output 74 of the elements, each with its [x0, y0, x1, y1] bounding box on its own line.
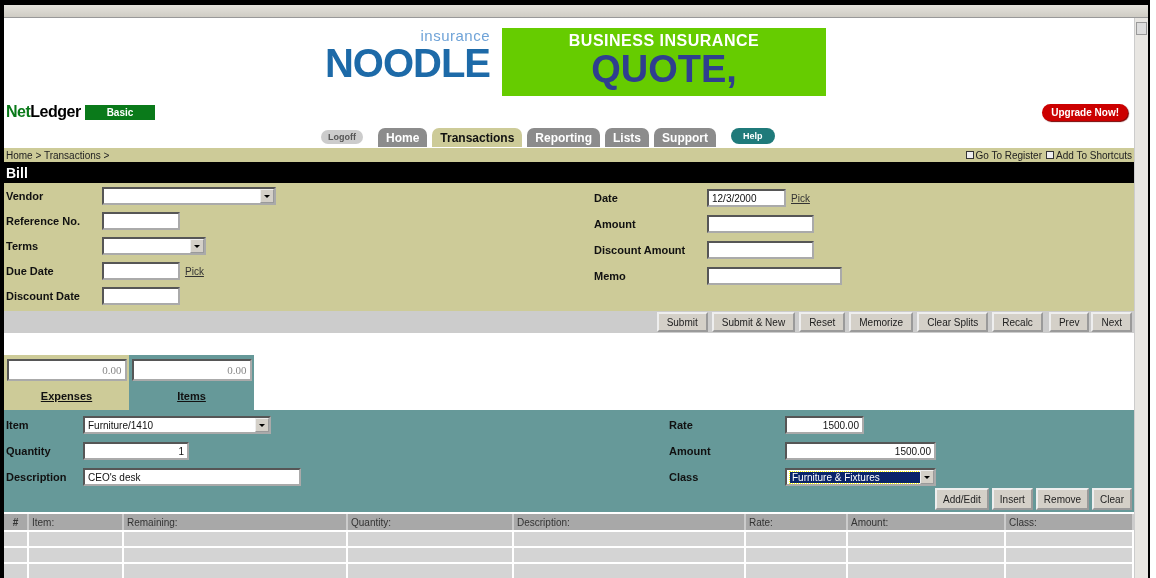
action-button[interactable]: Clear Splits — [917, 312, 989, 332]
action-button[interactable]: Submit — [656, 312, 708, 332]
total-field: 0.00 — [131, 359, 252, 381]
text-field[interactable] — [707, 215, 814, 233]
number-field[interactable]: 1500.00 — [785, 416, 864, 434]
column-header: Remaining: — [124, 514, 348, 530]
shortcut-link[interactable]: Add To Shortcuts — [1046, 149, 1132, 161]
dropdown-field[interactable] — [102, 237, 206, 255]
action-button[interactable]: Reset — [799, 312, 846, 332]
ad-logo: NOODLE — [324, 43, 490, 83]
logoff-button[interactable]: Logoff — [321, 130, 363, 144]
field-label: Amount — [669, 445, 712, 457]
dropdown-field[interactable]: Furniture/1410 — [83, 416, 271, 434]
text-field[interactable]: CEO's desk — [83, 468, 301, 486]
table-cell — [4, 546, 29, 562]
field-label: Vendor — [6, 190, 45, 202]
field-label: Quantity — [6, 445, 52, 457]
field-label: Date — [594, 192, 619, 204]
column-header: # — [4, 514, 29, 530]
paging-button[interactable]: Next — [1091, 312, 1132, 332]
field-label: Discount Date — [6, 290, 81, 302]
checkbox-icon — [1046, 151, 1054, 159]
logo-tagline: insurance — [420, 28, 490, 43]
text-field[interactable] — [102, 262, 180, 280]
help-button[interactable]: Help — [731, 128, 775, 144]
dropdown-field[interactable] — [102, 187, 276, 205]
text-field[interactable]: 12/3/2000 — [707, 189, 786, 207]
field-label: Terms — [6, 240, 40, 252]
total-field: 0.00 — [6, 359, 127, 381]
action-button[interactable]: Submit & New — [711, 312, 796, 332]
column-header: Amount: — [848, 514, 1006, 530]
form-title: Bill — [4, 162, 1134, 183]
field-label: Rate — [669, 419, 694, 431]
text-field[interactable] — [102, 212, 180, 230]
shortcut-link[interactable]: Go To Register — [965, 149, 1042, 161]
line-button[interactable]: Add/Edit — [935, 488, 989, 510]
pick-link[interactable]: Pick — [185, 265, 204, 277]
number-field[interactable]: 1 — [83, 442, 189, 460]
line-button[interactable]: Remove — [1035, 488, 1090, 510]
text-field[interactable] — [707, 267, 842, 285]
action-button[interactable]: Memorize — [849, 312, 914, 332]
edition-badge: Basic — [84, 104, 156, 120]
subtab[interactable]: 0.00 Expenses — [4, 355, 129, 410]
field-label: Description — [6, 471, 68, 483]
column-header: Description: — [514, 514, 746, 530]
field-label: Amount — [594, 218, 637, 230]
checkbox-icon — [965, 151, 974, 159]
paging-button[interactable]: Prev — [1048, 312, 1090, 332]
action-button[interactable]: Recalc — [992, 312, 1043, 332]
brand-logo: NetLedger — [6, 103, 81, 121]
number-field[interactable]: 1500.00 — [785, 442, 936, 460]
dropdown-field[interactable]: Furniture & Fixtures — [785, 468, 936, 486]
table-cell — [4, 562, 29, 578]
field-label: Memo — [594, 270, 627, 282]
upgrade-button[interactable]: Upgrade Now! — [1042, 103, 1128, 121]
nav-tab[interactable]: Transactions — [432, 128, 523, 147]
field-label: Due Date — [6, 265, 55, 277]
table-cell — [4, 530, 29, 546]
breadcrumb[interactable]: Home > Transactions > — [6, 149, 110, 161]
column-header: Rate: — [746, 514, 848, 530]
subtab[interactable]: 0.00 Items — [129, 355, 254, 410]
text-field[interactable] — [707, 241, 814, 259]
pick-link[interactable]: Pick — [791, 192, 810, 204]
line-button[interactable]: Insert — [991, 488, 1033, 510]
field-label: Reference No. — [6, 215, 81, 227]
field-label: Item — [6, 419, 30, 431]
field-label: Class — [669, 471, 700, 483]
column-header: Class: — [1006, 514, 1134, 530]
ad-banner[interactable]: BUSINESS INSURANCE QUOTE, — [502, 28, 826, 96]
column-header: Item: — [29, 514, 124, 530]
line-button[interactable]: Clear — [1092, 488, 1132, 510]
field-label: Discount Amount — [594, 244, 687, 256]
column-header: Quantity: — [348, 514, 514, 530]
text-field[interactable] — [102, 287, 180, 305]
